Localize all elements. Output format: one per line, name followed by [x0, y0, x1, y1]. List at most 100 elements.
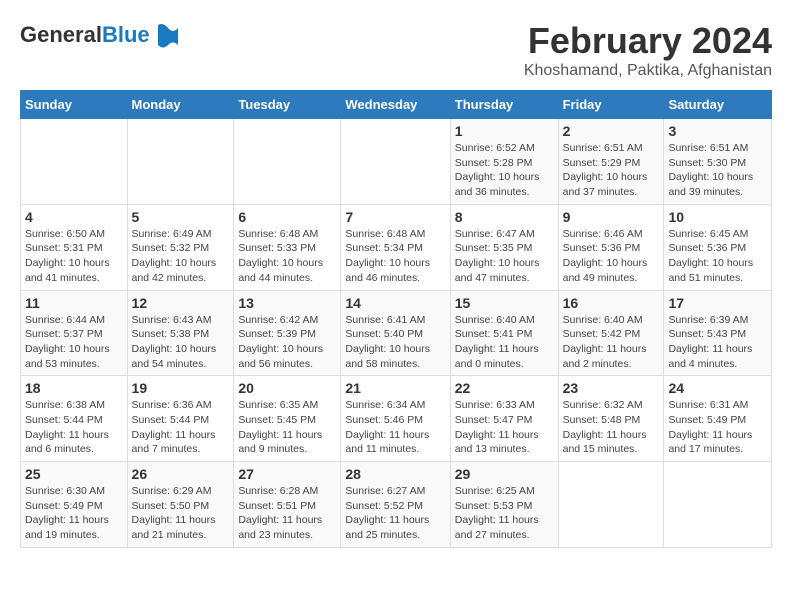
day-number: 29: [455, 466, 554, 482]
day-number: 25: [25, 466, 123, 482]
day-info: Sunrise: 6:30 AM Sunset: 5:49 PM Dayligh…: [25, 484, 123, 543]
day-info: Sunrise: 6:34 AM Sunset: 5:46 PM Dayligh…: [345, 398, 445, 457]
day-info: Sunrise: 6:45 AM Sunset: 5:36 PM Dayligh…: [668, 227, 767, 286]
day-number: 16: [563, 295, 660, 311]
day-info: Sunrise: 6:51 AM Sunset: 5:30 PM Dayligh…: [668, 141, 767, 200]
calendar-cell: [558, 462, 664, 548]
calendar-cell: 17 Sunrise: 6:39 AM Sunset: 5:43 PM Dayli…: [664, 290, 772, 376]
day-info: Sunrise: 6:47 AM Sunset: 5:35 PM Dayligh…: [455, 227, 554, 286]
day-number: 13: [238, 295, 336, 311]
calendar-cell: [341, 119, 450, 205]
day-number: 4: [25, 209, 123, 225]
calendar-cell: 11 Sunrise: 6:44 AM Sunset: 5:37 PM Dayli…: [21, 290, 128, 376]
day-number: 10: [668, 209, 767, 225]
day-info: Sunrise: 6:52 AM Sunset: 5:28 PM Dayligh…: [455, 141, 554, 200]
week-row-4: 18Sunrise: 6:38 AM Sunset: 5:44 PM Dayli…: [21, 376, 772, 462]
day-number: 27: [238, 466, 336, 482]
day-info: Sunrise: 6:39 AM Sunset: 5:43 PM Dayligh…: [668, 313, 767, 372]
calendar-cell: 25 Sunrise: 6:30 AM Sunset: 5:49 PM Dayli…: [21, 462, 128, 548]
calendar-cell: 15 Sunrise: 6:40 AM Sunset: 5:41 PM Dayli…: [450, 290, 558, 376]
calendar-cell: 3 Sunrise: 6:51 AM Sunset: 5:30 PM Daylig…: [664, 119, 772, 205]
day-number: 19: [132, 380, 230, 396]
day-info: Sunrise: 6:40 AM Sunset: 5:42 PM Dayligh…: [563, 313, 660, 372]
calendar-cell: 5Sunrise: 6:49 AM Sunset: 5:32 PM Daylig…: [127, 204, 234, 290]
calendar-cell: 27 Sunrise: 6:28 AM Sunset: 5:51 PM Dayli…: [234, 462, 341, 548]
logo-blue-text: Blue: [102, 22, 150, 47]
day-info: Sunrise: 6:31 AM Sunset: 5:49 PM Dayligh…: [668, 398, 767, 457]
day-info: Sunrise: 6:48 AM Sunset: 5:33 PM Dayligh…: [238, 227, 336, 286]
day-number: 11: [25, 295, 123, 311]
calendar-cell: 8 Sunrise: 6:47 AM Sunset: 5:35 PM Daylig…: [450, 204, 558, 290]
calendar-cell: 28 Sunrise: 6:27 AM Sunset: 5:52 PM Dayli…: [341, 462, 450, 548]
day-number: 12: [132, 295, 230, 311]
calendar-cell: 16 Sunrise: 6:40 AM Sunset: 5:42 PM Dayli…: [558, 290, 664, 376]
day-info: Sunrise: 6:41 AM Sunset: 5:40 PM Dayligh…: [345, 313, 445, 372]
day-info: Sunrise: 6:46 AM Sunset: 5:36 PM Dayligh…: [563, 227, 660, 286]
day-number: 7: [345, 209, 445, 225]
calendar-cell: 13 Sunrise: 6:42 AM Sunset: 5:39 PM Dayli…: [234, 290, 341, 376]
day-number: 6: [238, 209, 336, 225]
day-info: Sunrise: 6:48 AM Sunset: 5:34 PM Dayligh…: [345, 227, 445, 286]
calendar-cell: 29 Sunrise: 6:25 AM Sunset: 5:53 PM Dayli…: [450, 462, 558, 548]
day-number: 14: [345, 295, 445, 311]
calendar-cell: 23 Sunrise: 6:32 AM Sunset: 5:48 PM Dayli…: [558, 376, 664, 462]
weekday-header-friday: Friday: [558, 91, 664, 119]
logo-general-text: General: [20, 22, 102, 47]
day-info: Sunrise: 6:43 AM Sunset: 5:38 PM Dayligh…: [132, 313, 230, 372]
day-info: Sunrise: 6:25 AM Sunset: 5:53 PM Dayligh…: [455, 484, 554, 543]
calendar-cell: [234, 119, 341, 205]
day-info: Sunrise: 6:27 AM Sunset: 5:52 PM Dayligh…: [345, 484, 445, 543]
day-number: 15: [455, 295, 554, 311]
calendar-table: SundayMondayTuesdayWednesdayThursdayFrid…: [20, 90, 772, 548]
day-info: Sunrise: 6:51 AM Sunset: 5:29 PM Dayligh…: [563, 141, 660, 200]
calendar-cell: 10 Sunrise: 6:45 AM Sunset: 5:36 PM Dayli…: [664, 204, 772, 290]
day-number: 1: [455, 123, 554, 139]
day-info: Sunrise: 6:33 AM Sunset: 5:47 PM Dayligh…: [455, 398, 554, 457]
day-number: 20: [238, 380, 336, 396]
weekday-header-wednesday: Wednesday: [341, 91, 450, 119]
weekday-header-monday: Monday: [127, 91, 234, 119]
calendar-cell: 4Sunrise: 6:50 AM Sunset: 5:31 PM Daylig…: [21, 204, 128, 290]
day-info: Sunrise: 6:42 AM Sunset: 5:39 PM Dayligh…: [238, 313, 336, 372]
day-number: 28: [345, 466, 445, 482]
calendar-cell: 12 Sunrise: 6:43 AM Sunset: 5:38 PM Dayli…: [127, 290, 234, 376]
calendar-cell: 1 Sunrise: 6:52 AM Sunset: 5:28 PM Daylig…: [450, 119, 558, 205]
day-info: Sunrise: 6:36 AM Sunset: 5:44 PM Dayligh…: [132, 398, 230, 457]
day-info: Sunrise: 6:28 AM Sunset: 5:51 PM Dayligh…: [238, 484, 336, 543]
calendar-cell: 14 Sunrise: 6:41 AM Sunset: 5:40 PM Dayli…: [341, 290, 450, 376]
day-info: Sunrise: 6:44 AM Sunset: 5:37 PM Dayligh…: [25, 313, 123, 372]
calendar-cell: 19 Sunrise: 6:36 AM Sunset: 5:44 PM Dayli…: [127, 376, 234, 462]
calendar-cell: [664, 462, 772, 548]
week-row-3: 11 Sunrise: 6:44 AM Sunset: 5:37 PM Dayli…: [21, 290, 772, 376]
weekday-header-tuesday: Tuesday: [234, 91, 341, 119]
calendar-cell: 7 Sunrise: 6:48 AM Sunset: 5:34 PM Daylig…: [341, 204, 450, 290]
day-number: 17: [668, 295, 767, 311]
calendar-cell: 26Sunrise: 6:29 AM Sunset: 5:50 PM Dayli…: [127, 462, 234, 548]
calendar-cell: 22Sunrise: 6:33 AM Sunset: 5:47 PM Dayli…: [450, 376, 558, 462]
location-title: Khoshamand, Paktika, Afghanistan: [524, 62, 772, 80]
week-row-2: 4Sunrise: 6:50 AM Sunset: 5:31 PM Daylig…: [21, 204, 772, 290]
day-number: 3: [668, 123, 767, 139]
weekday-header-thursday: Thursday: [450, 91, 558, 119]
day-number: 9: [563, 209, 660, 225]
title-block: February 2024 Khoshamand, Paktika, Afgha…: [524, 20, 772, 80]
day-info: Sunrise: 6:40 AM Sunset: 5:41 PM Dayligh…: [455, 313, 554, 372]
day-number: 5: [132, 209, 230, 225]
day-info: Sunrise: 6:35 AM Sunset: 5:45 PM Dayligh…: [238, 398, 336, 457]
logo: GeneralBlue: [20, 20, 183, 50]
day-number: 23: [563, 380, 660, 396]
calendar-cell: 2 Sunrise: 6:51 AM Sunset: 5:29 PM Daylig…: [558, 119, 664, 205]
page-header: GeneralBlue February 2024 Khoshamand, Pa…: [20, 20, 772, 80]
day-number: 2: [563, 123, 660, 139]
calendar-cell: 6 Sunrise: 6:48 AM Sunset: 5:33 PM Daylig…: [234, 204, 341, 290]
day-number: 18: [25, 380, 123, 396]
day-info: Sunrise: 6:32 AM Sunset: 5:48 PM Dayligh…: [563, 398, 660, 457]
calendar-cell: 9 Sunrise: 6:46 AM Sunset: 5:36 PM Daylig…: [558, 204, 664, 290]
day-number: 8: [455, 209, 554, 225]
day-info: Sunrise: 6:29 AM Sunset: 5:50 PM Dayligh…: [132, 484, 230, 543]
calendar-cell: [127, 119, 234, 205]
calendar-cell: [21, 119, 128, 205]
calendar-cell: 20 Sunrise: 6:35 AM Sunset: 5:45 PM Dayli…: [234, 376, 341, 462]
weekday-header-saturday: Saturday: [664, 91, 772, 119]
logo-icon: [153, 20, 183, 50]
